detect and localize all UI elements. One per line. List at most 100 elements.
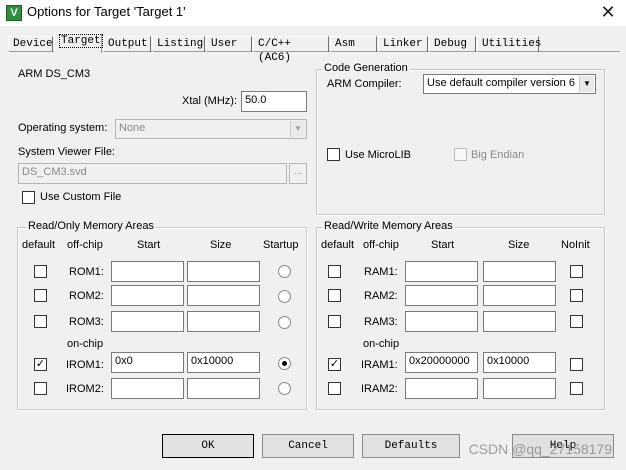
irom1-default-checkbox[interactable]: ✓ — [34, 358, 47, 371]
arm-compiler-select[interactable]: Use default compiler version 6 ▼ — [423, 74, 596, 94]
os-label: Operating system: — [18, 122, 108, 134]
microlib-checkbox[interactable] — [327, 148, 340, 161]
rom1-default-checkbox[interactable] — [34, 265, 47, 278]
ram2-start-input[interactable] — [405, 285, 478, 306]
svd-label: System Viewer File: — [18, 146, 115, 158]
rom-header-default: default — [22, 239, 56, 251]
ram1-start-input[interactable] — [405, 261, 478, 282]
ok-button[interactable]: OK — [162, 434, 254, 458]
ram2-label: RAM2: — [364, 290, 398, 302]
code-generation-title: Code Generation — [322, 62, 410, 74]
iram2-size-input[interactable] — [483, 378, 556, 399]
iram1-start-input[interactable]: 0x20000000 — [405, 352, 478, 373]
rom2-start-input[interactable] — [111, 285, 184, 306]
arm-compiler-label: ARM Compiler: — [327, 78, 402, 90]
rom1-label: ROM1: — [69, 266, 104, 278]
ram1-label: RAM1: — [364, 266, 398, 278]
ram-areas-title: Read/Write Memory Areas — [322, 220, 455, 232]
big-endian-label: Big Endian — [471, 149, 525, 161]
ram1-noinit-checkbox[interactable] — [570, 265, 583, 278]
iram2-noinit-checkbox[interactable] — [570, 382, 583, 395]
cancel-button[interactable]: Cancel — [262, 434, 354, 458]
svd-input[interactable]: DS_CM3.svd — [18, 163, 287, 184]
tab-output[interactable]: Output — [103, 36, 151, 52]
rom2-default-checkbox[interactable] — [34, 289, 47, 302]
close-icon[interactable]: ✕ — [596, 1, 620, 23]
ram1-size-input[interactable] — [483, 261, 556, 282]
ram2-default-checkbox[interactable] — [328, 289, 341, 302]
ram3-start-input[interactable] — [405, 311, 478, 332]
rom-areas-title: Read/Only Memory Areas — [26, 220, 156, 232]
irom2-size-input[interactable] — [187, 378, 260, 399]
tab-user[interactable]: User — [206, 36, 252, 52]
rom1-size-input[interactable] — [187, 261, 260, 282]
microlib-label: Use MicroLIB — [345, 149, 412, 161]
irom2-label: IROM2: — [66, 383, 104, 395]
iram2-label: IRAM2: — [361, 383, 398, 395]
ram3-label: RAM3: — [364, 316, 398, 328]
rom3-default-checkbox[interactable] — [34, 315, 47, 328]
irom2-default-checkbox[interactable] — [34, 382, 47, 395]
ram3-noinit-checkbox[interactable] — [570, 315, 583, 328]
ram1-default-checkbox[interactable] — [328, 265, 341, 278]
iram2-start-input[interactable] — [405, 378, 478, 399]
rom2-size-input[interactable] — [187, 285, 260, 306]
csdn-watermark: CSDN @qq_27158179 — [468, 441, 612, 457]
ram2-size-input[interactable] — [483, 285, 556, 306]
irom1-start-input[interactable]: 0x0 — [111, 352, 184, 373]
iram2-default-checkbox[interactable] — [328, 382, 341, 395]
ram3-size-input[interactable] — [483, 311, 556, 332]
rom3-label: ROM3: — [69, 316, 104, 328]
tab-device[interactable]: Device — [8, 36, 53, 52]
iram1-size-input[interactable]: 0x10000 — [483, 352, 556, 373]
ram2-noinit-checkbox[interactable] — [570, 289, 583, 302]
svd-browse-button[interactable]: ... — [289, 163, 307, 184]
rom-header-size: Size — [210, 239, 232, 251]
tab-listing[interactable]: Listing — [152, 36, 205, 52]
ram-header-size: Size — [508, 239, 530, 251]
iram1-default-checkbox[interactable]: ✓ — [328, 358, 341, 371]
rom3-startup-radio[interactable] — [278, 316, 291, 329]
big-endian-checkbox[interactable] — [454, 148, 467, 161]
chevron-down-icon: ▼ — [579, 76, 594, 92]
tab-c-cpp-ac6[interactable]: C/C++ (AC6) — [253, 36, 329, 64]
rom3-start-input[interactable] — [111, 311, 184, 332]
rom2-label: ROM2: — [69, 290, 104, 302]
ram-header-start: Start — [431, 239, 455, 251]
iram1-noinit-checkbox[interactable] — [570, 358, 583, 371]
iram1-label: IRAM1: — [361, 359, 398, 371]
rom1-startup-radio[interactable] — [278, 265, 291, 278]
tab-target[interactable]: Target — [54, 33, 103, 53]
ram-header-noinit: NoInit — [561, 239, 590, 251]
custom-file-checkbox[interactable] — [22, 191, 35, 204]
ram-header-offchip: off-chip — [363, 239, 399, 251]
custom-file-label: Use Custom File — [40, 191, 122, 203]
ram-header-default: default — [321, 239, 355, 251]
tab-debug[interactable]: Debug — [429, 36, 476, 52]
rom-header-startup: Startup — [263, 239, 299, 251]
defaults-button[interactable]: Defaults — [362, 434, 460, 458]
rom1-start-input[interactable] — [111, 261, 184, 282]
rom-header-offchip: off-chip — [67, 239, 103, 251]
rom2-startup-radio[interactable] — [278, 290, 291, 303]
irom1-size-input[interactable]: 0x10000 — [187, 352, 260, 373]
device-name: ARM DS_CM3 — [18, 68, 91, 80]
os-value: None — [119, 122, 146, 134]
os-select[interactable]: None ▼ — [115, 119, 307, 139]
ram3-default-checkbox[interactable] — [328, 315, 341, 328]
rom3-size-input[interactable] — [187, 311, 260, 332]
irom2-startup-radio[interactable] — [278, 382, 291, 395]
irom2-start-input[interactable] — [111, 378, 184, 399]
chevron-down-icon: ▼ — [290, 121, 305, 137]
tab-asm[interactable]: Asm — [330, 36, 377, 52]
rom-onchip-label: on-chip — [67, 338, 104, 350]
rom-header-start: Start — [137, 239, 161, 251]
irom1-startup-radio[interactable] — [278, 357, 291, 370]
ram-onchip-label: on-chip — [363, 338, 400, 350]
xtal-input[interactable]: 50.0 — [241, 91, 307, 112]
tab-linker[interactable]: Linker — [378, 36, 428, 52]
tab-utilities[interactable]: Utilities — [477, 36, 541, 52]
window-title: Options for Target 'Target 1' — [27, 4, 186, 19]
arm-compiler-value: Use default compiler version 6 — [427, 77, 575, 89]
keil-app-icon: V — [6, 5, 22, 21]
